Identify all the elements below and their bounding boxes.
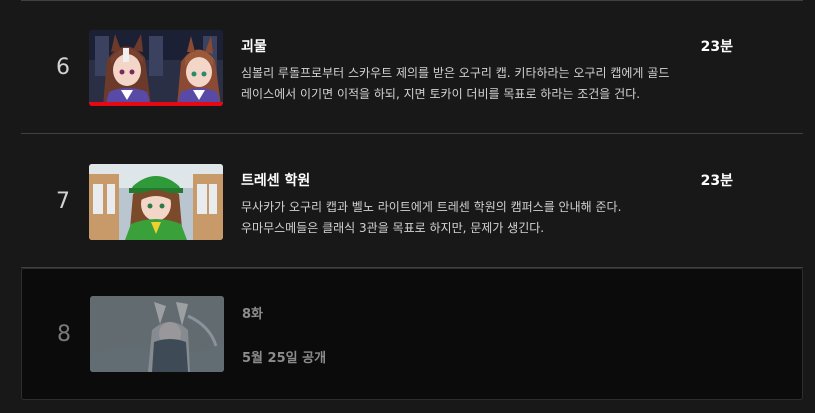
episode-description: 심볼리 루돌프로부터 스카우트 제의를 받은 오구리 캡. 키타하라는 오구리 … bbox=[241, 63, 741, 105]
watch-progress-bar bbox=[89, 102, 223, 106]
episode-list: 6 괴물 23분 심볼리 루돌프로부터 스카우트 제의를 받은 오구리 캡. 키… bbox=[0, 0, 815, 413]
description-line: 무사카가 오구리 캡과 벨노 라이트에게 트레센 학원의 캠퍼스를 안내해 준다… bbox=[241, 200, 622, 214]
description-line: 레이스에서 이기면 이적을 하되, 지면 토카이 더비를 목표로 하라는 조건을… bbox=[241, 87, 641, 101]
episode-thumbnail[interactable] bbox=[89, 30, 223, 106]
episode-item-6[interactable]: 6 괴물 23분 심볼리 루돌프로부터 스카우트 제의를 받은 오구리 캡. 키… bbox=[21, 0, 803, 134]
green-cap-girl-thumbnail-icon bbox=[89, 164, 223, 240]
two-horse-girls-thumbnail-icon bbox=[89, 30, 223, 106]
description-line: 심볼리 루돌프로부터 스카우트 제의를 받은 오구리 캡. 키타하라는 오구리 … bbox=[241, 66, 670, 80]
episode-description: 무사카가 오구리 캡과 벨노 라이트에게 트레센 학원의 캠퍼스를 안내해 준다… bbox=[241, 197, 741, 239]
episode-duration: 23분 bbox=[700, 39, 733, 55]
episode-duration: 23분 bbox=[700, 173, 733, 189]
episode-title: 트레센 학원 bbox=[241, 173, 311, 189]
episode-item-8: 8 8화 5월 25일 공개 bbox=[21, 268, 803, 400]
episode-thumbnail[interactable] bbox=[89, 164, 223, 240]
faded-locked-thumbnail-icon bbox=[90, 296, 224, 372]
episode-item-7[interactable]: 7 트레센 학원 23분 무사카가 오구리 캡과 벨노 라이트에게 트레센 학원… bbox=[21, 134, 803, 268]
episode-thumbnail bbox=[90, 296, 224, 372]
episode-title: 8화 bbox=[242, 307, 264, 322]
episode-title: 괴물 bbox=[241, 39, 267, 55]
description-line: 우마무스메들은 클래식 3관을 목표로 하지만, 문제가 생긴다. bbox=[241, 221, 545, 235]
release-date: 5월 25일 공개 bbox=[242, 351, 327, 366]
